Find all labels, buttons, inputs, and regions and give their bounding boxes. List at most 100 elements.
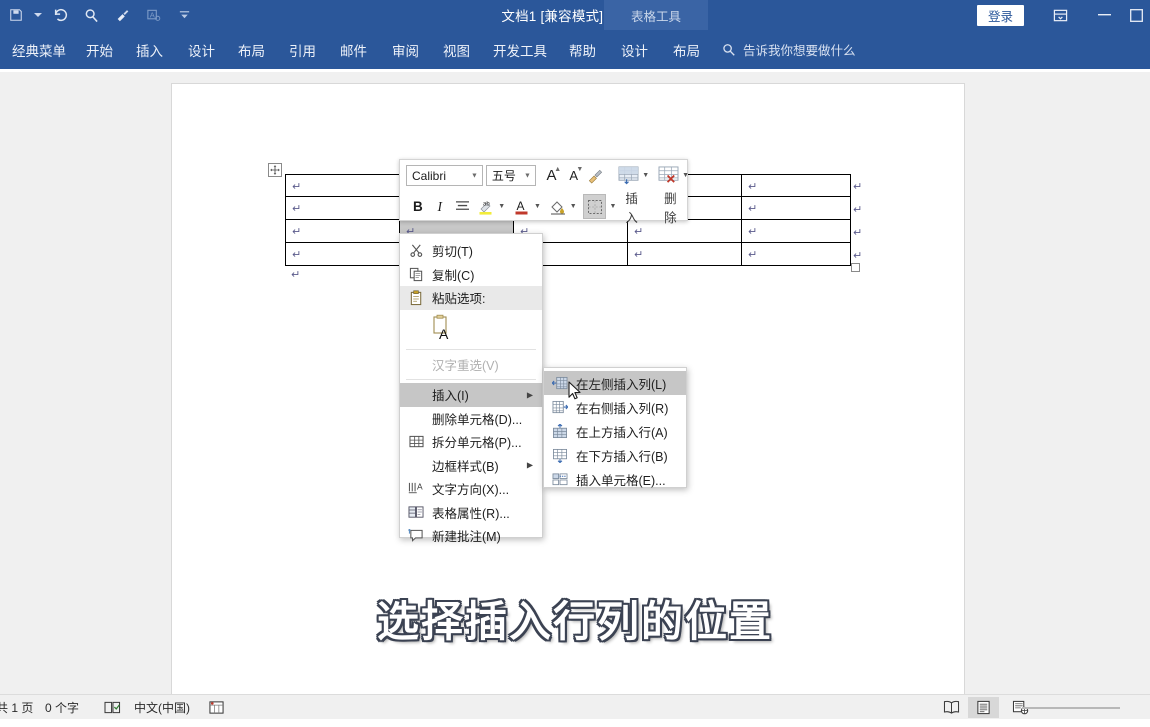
video-caption: 选择插入行列的位置: [376, 597, 773, 646]
menu-item-new-comment[interactable]: 新建批注(M): [400, 524, 542, 548]
qat-dropdown-icon[interactable]: [31, 0, 45, 30]
menu-item-paste-options: 粘贴选项:: [400, 286, 542, 310]
save-icon[interactable]: [0, 0, 31, 30]
menu-item-border-styles[interactable]: 边框样式(B) ▶: [400, 454, 542, 478]
insert-submenu: 在左侧插入列(L) 在右侧插入列(R) 在上方插入行(A) 在下方插入行(B) …: [543, 367, 687, 488]
tab-developer[interactable]: 开发工具: [491, 30, 549, 69]
font-name-combo[interactable]: Calibri ▼: [406, 165, 483, 186]
tab-design[interactable]: 设计: [186, 30, 217, 69]
shrink-font-button[interactable]: A ▼: [564, 163, 583, 188]
submenu-item-insert-columns-right[interactable]: 在右侧插入列(R): [544, 395, 686, 419]
tab-table-design[interactable]: 设计: [619, 30, 650, 69]
tab-review[interactable]: 审阅: [390, 30, 421, 69]
language-indicator[interactable]: 中文(中国): [134, 695, 190, 720]
tab-home[interactable]: 开始: [84, 30, 115, 69]
clipboard-icon: [407, 289, 425, 307]
paste-options-gallery: A: [400, 310, 542, 346]
paste-keep-text-only-button[interactable]: A: [430, 314, 458, 342]
table-row[interactable]: ↵ ↵ ↵ ↵ ↵: [285, 220, 851, 243]
menu-item-text-direction[interactable]: A 文字方向(X)...: [400, 477, 542, 501]
format-painter-button[interactable]: [585, 163, 606, 188]
tab-insert[interactable]: 插入: [134, 30, 165, 69]
row-end-mark: ↵: [853, 180, 863, 193]
table-cell[interactable]: ↵: [741, 175, 851, 198]
submenu-item-insert-columns-left[interactable]: 在左侧插入列(L): [544, 371, 686, 395]
submenu-item-insert-cells[interactable]: 插入单元格(E)...: [544, 467, 686, 491]
borders-caret-icon[interactable]: ▼: [609, 203, 616, 210]
table-resize-handle[interactable]: [851, 263, 860, 272]
menu-item-cut[interactable]: 剪切(T): [400, 239, 542, 263]
shading-caret-icon[interactable]: ▼: [570, 203, 577, 210]
tab-classic-menu[interactable]: 经典菜单: [10, 30, 68, 69]
font-color-button[interactable]: A: [511, 194, 533, 219]
align-button[interactable]: [453, 194, 473, 219]
font-size-combo[interactable]: 五号 ▼: [485, 165, 536, 186]
menu-item-insert[interactable]: 插入(I) ▶: [400, 383, 542, 407]
proofing-errors-icon[interactable]: [104, 695, 121, 720]
delete-menu-button[interactable]: 删除: [664, 188, 689, 226]
menu-item-split-cells[interactable]: 拆分单元格(P)...: [400, 430, 542, 454]
table-cell[interactable]: ↵: [627, 243, 741, 266]
italic-button[interactable]: I: [430, 194, 450, 219]
read-mode-button[interactable]: [936, 697, 967, 718]
menu-item-label: 拆分单元格(P)...: [432, 436, 522, 451]
macro-record-icon[interactable]: [208, 695, 225, 720]
svg-text:A: A: [517, 199, 525, 213]
undo-icon[interactable]: [45, 0, 76, 30]
page-count[interactable]: 共 1 页: [0, 695, 33, 720]
delete-table-button[interactable]: [656, 163, 681, 188]
tab-mailings[interactable]: 邮件: [338, 30, 369, 69]
table-cell[interactable]: ↵: [741, 243, 851, 266]
table-cell[interactable]: ↵: [285, 220, 399, 243]
table-row[interactable]: ↵ ↵ ↵ ↵ ↵: [285, 243, 851, 266]
print-layout-button[interactable]: [968, 697, 999, 718]
tab-layout[interactable]: 布局: [236, 30, 267, 69]
tab-help[interactable]: 帮助: [567, 30, 598, 69]
paragraph-mark: ↵: [292, 202, 302, 215]
highlight-caret-icon[interactable]: ▼: [498, 203, 505, 210]
insert-row-below-icon: [551, 446, 569, 464]
mini-toolbar: Calibri ▼ 五号 ▼ A ▲ A ▼ ▼ ▼ B I ab ▼ A ▼ …: [399, 159, 689, 225]
table-move-handle[interactable]: [268, 163, 282, 177]
table-grid-icon: [407, 433, 425, 451]
context-menu: 剪切(T) 复制(C) 粘贴选项: A 汉字重选(V) 插入(I) ▶ 删除单元…: [399, 233, 543, 544]
insert-table-icon: [618, 166, 639, 185]
menu-item-table-properties[interactable]: 表格属性(R)...: [400, 501, 542, 525]
table-cell[interactable]: ↵: [285, 243, 399, 266]
table-cell[interactable]: ↵: [285, 175, 399, 198]
row-end-mark: ↵: [853, 226, 863, 239]
ribbon-display-options-icon[interactable]: [1038, 0, 1082, 30]
tell-me-search[interactable]: 告诉我你想要做什么: [722, 30, 856, 69]
submenu-item-insert-rows-above[interactable]: 在上方插入行(A): [544, 419, 686, 443]
table-cell[interactable]: ↵: [741, 220, 851, 243]
delete-table-caret-icon[interactable]: ▼: [682, 172, 689, 179]
menu-item-copy[interactable]: 复制(C): [400, 263, 542, 287]
highlight-color-button[interactable]: ab: [475, 194, 497, 219]
search-icon[interactable]: [76, 0, 107, 30]
tab-view[interactable]: 视图: [441, 30, 472, 69]
tab-table-layout[interactable]: 布局: [671, 30, 702, 69]
maximize-icon[interactable]: [1126, 0, 1150, 30]
borders-button[interactable]: [582, 194, 607, 219]
insert-menu-button[interactable]: 插入: [625, 188, 650, 226]
format-painter-icon[interactable]: [107, 0, 138, 30]
submenu-item-insert-rows-below[interactable]: 在下方插入行(B): [544, 443, 686, 467]
table-cell[interactable]: ↵: [285, 197, 399, 220]
submenu-item-label: 在上方插入行(A): [576, 425, 668, 440]
word-count[interactable]: 0 个字: [45, 695, 79, 720]
bold-button[interactable]: B: [408, 194, 428, 219]
shading-button[interactable]: [547, 194, 569, 219]
insert-table-button[interactable]: [616, 163, 641, 188]
align-icon: [456, 201, 470, 210]
tab-references[interactable]: 引用: [287, 30, 318, 69]
insert-table-caret-icon[interactable]: ▼: [642, 172, 649, 179]
sign-in-button[interactable]: 登录: [976, 4, 1024, 26]
customize-qat-icon[interactable]: [169, 0, 200, 30]
menu-item-delete-cells[interactable]: 删除单元格(D)...: [400, 407, 542, 431]
minimize-icon[interactable]: [1082, 0, 1126, 30]
brush-icon: [589, 169, 603, 184]
zoom-slider-track[interactable]: [1022, 707, 1120, 709]
table-cell[interactable]: ↵: [741, 197, 851, 220]
grow-font-button[interactable]: A ▲: [542, 163, 562, 188]
font-color-caret-icon[interactable]: ▼: [534, 203, 541, 210]
